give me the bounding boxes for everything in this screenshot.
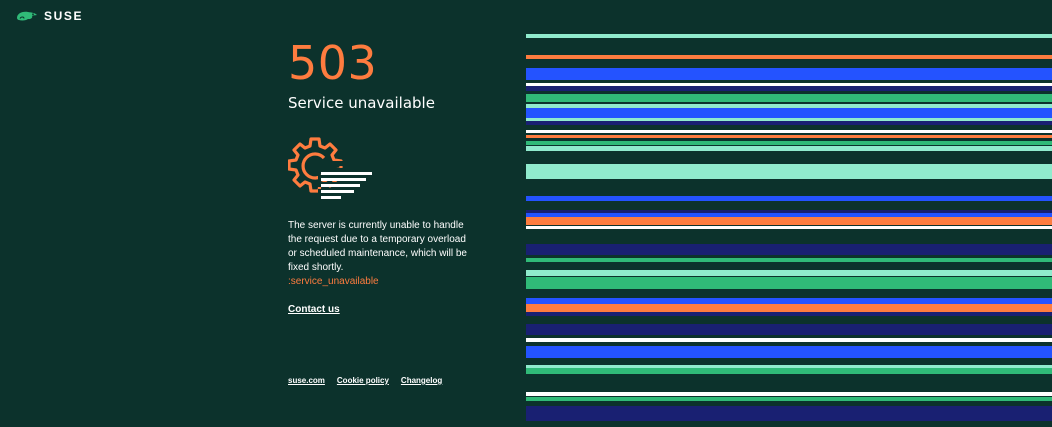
error-id: :service_unavailable (288, 276, 379, 287)
stripe (526, 141, 1052, 145)
stripe (526, 94, 1052, 102)
footer-link-changelog[interactable]: Changelog (401, 376, 442, 385)
stripe (526, 346, 1052, 358)
stripe (526, 146, 1052, 151)
stripe (526, 86, 1052, 91)
stripe (526, 108, 1052, 118)
footer-links: suse.com Cookie policy Changelog (288, 376, 442, 385)
stripe (526, 304, 1052, 312)
contact-us-link[interactable]: Contact us (288, 304, 340, 315)
stripe (526, 130, 1052, 133)
error-description: The server is currently unable to handle… (288, 220, 467, 273)
stripe (526, 135, 1052, 138)
stripe (526, 258, 1052, 262)
suse-logo[interactable]: SUSE (16, 9, 83, 23)
stripe (526, 312, 1052, 316)
decorative-stripes (526, 0, 1052, 427)
stripe (526, 277, 1052, 289)
stripe (526, 392, 1052, 396)
footer-link-suse-com[interactable]: suse.com (288, 376, 325, 385)
stripe (526, 368, 1052, 374)
stripe (526, 226, 1052, 229)
stripe (526, 55, 1052, 59)
footer-link-cookie-policy[interactable]: Cookie policy (337, 376, 389, 385)
stripe (526, 34, 1052, 38)
stripe (526, 121, 1052, 125)
stripe (526, 270, 1052, 276)
error-code: 503 (288, 36, 378, 90)
stripe (526, 244, 1052, 255)
stripe (526, 406, 1052, 421)
stripe (526, 397, 1052, 401)
stripe (526, 196, 1052, 201)
stripe (526, 324, 1052, 335)
gear-maintenance-icon (288, 137, 372, 199)
brand-name: SUSE (44, 9, 84, 23)
stripe (526, 68, 1052, 80)
stripe (526, 217, 1052, 225)
error-title: Service unavailable (288, 94, 435, 112)
chameleon-logo-icon (17, 11, 37, 21)
stripe (526, 338, 1052, 342)
stripe (526, 164, 1052, 179)
